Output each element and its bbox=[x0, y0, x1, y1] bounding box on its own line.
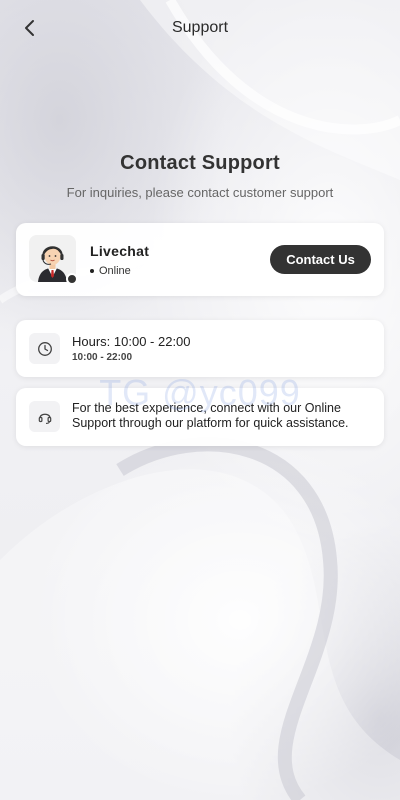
contact-us-button[interactable]: Contact Us bbox=[270, 245, 371, 274]
back-button[interactable] bbox=[16, 14, 44, 42]
info-card: For the best experience, connect with ou… bbox=[16, 388, 384, 446]
hours-subtext: 10:00 - 22:00 bbox=[72, 352, 133, 363]
contact-support-subtitle: For inquiries, please contact customer s… bbox=[66, 185, 334, 200]
status-dot-icon bbox=[90, 269, 94, 273]
clock-icon bbox=[37, 341, 52, 356]
chevron-left-icon bbox=[25, 20, 34, 36]
headset-icon bbox=[38, 413, 51, 424]
info-icon-box bbox=[29, 401, 60, 432]
header: Support bbox=[0, 0, 400, 56]
page-title: Support bbox=[171, 19, 229, 36]
hours-card: Hours: 10:00 - 22:00 10:00 - 22:00 bbox=[16, 320, 384, 377]
info-text: For the best experience, connect with ou… bbox=[72, 401, 349, 430]
hours-icon-box bbox=[29, 333, 60, 364]
livechat-name: Livechat bbox=[90, 243, 150, 259]
livechat-status-label: Online bbox=[99, 265, 131, 277]
online-indicator bbox=[66, 273, 78, 285]
intro-section: Contact Support For inquiries, please co… bbox=[0, 152, 400, 200]
contact-support-title: Contact Support bbox=[120, 152, 280, 174]
livechat-status: Online bbox=[90, 265, 131, 277]
livechat-card: Livechat Online Contact Us bbox=[16, 223, 384, 296]
hours-text: Hours: 10:00 - 22:00 bbox=[72, 334, 191, 349]
